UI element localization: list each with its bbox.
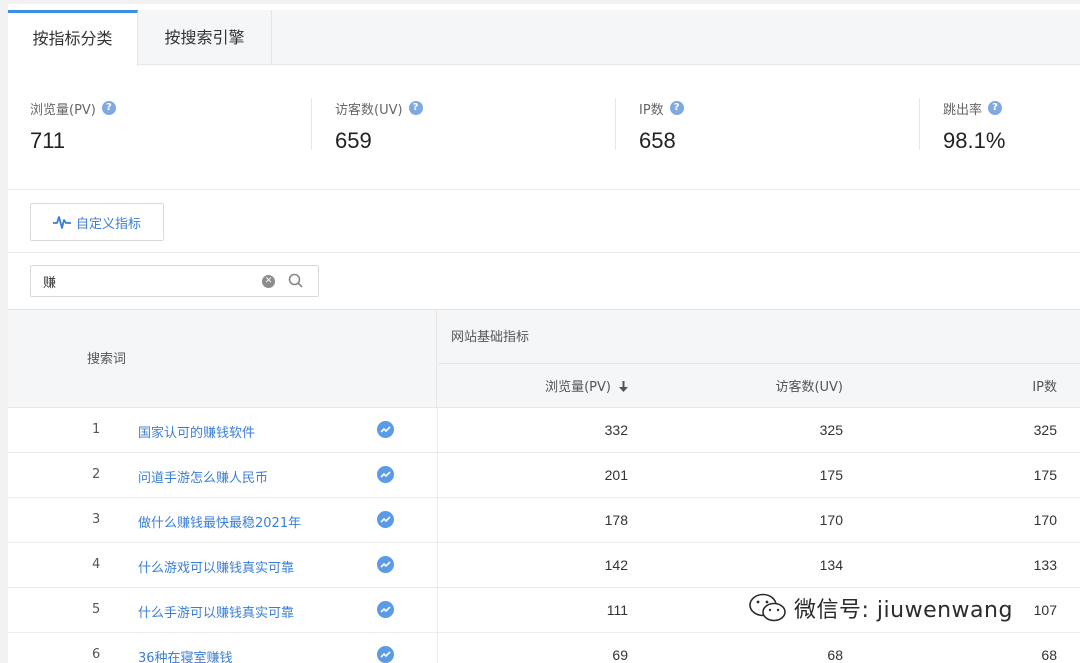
row-index: 6 bbox=[92, 647, 101, 662]
metric-label: IP数 bbox=[639, 102, 664, 118]
metric-label: 访客数(UV) bbox=[335, 102, 403, 118]
search-bar: ✕ bbox=[8, 253, 1080, 309]
help-icon[interactable]: ? bbox=[669, 101, 684, 115]
table-row: 2 问道手游怎么赚人民币 201 175 175 bbox=[8, 453, 1080, 498]
watermark: 微信号: jiuwenwang bbox=[748, 592, 1013, 624]
metric-uv: 访客数(UV)? 659 bbox=[335, 98, 635, 154]
watermark-text: 微信号: jiuwenwang bbox=[794, 598, 1013, 623]
cell-ip: 325 bbox=[1033, 422, 1057, 438]
row-index: 3 bbox=[92, 512, 101, 527]
metric-pv: 浏览量(PV)? 711 bbox=[30, 98, 330, 154]
cell-ip: 170 bbox=[1033, 512, 1057, 528]
keyword-link[interactable]: 什么游戏可以赚钱真实可靠 bbox=[138, 557, 294, 576]
group-header: 网站基础指标 bbox=[438, 310, 1080, 364]
row-index: 1 bbox=[92, 422, 101, 437]
metric-value: 659 bbox=[335, 128, 372, 153]
tab-by-search-engine[interactable]: 按搜索引擎 bbox=[138, 10, 272, 65]
help-icon[interactable]: ? bbox=[988, 101, 1003, 115]
tab-bar: 按指标分类 按搜索引擎 bbox=[8, 10, 1080, 66]
metric-value: 711 bbox=[30, 128, 66, 153]
table-row: 6 36种在寝室赚钱 69 68 68 bbox=[8, 633, 1080, 663]
keyword-link[interactable]: 36种在寝室赚钱 bbox=[138, 647, 233, 663]
trend-icon[interactable] bbox=[377, 421, 394, 438]
help-icon[interactable]: ? bbox=[101, 101, 116, 115]
sort-desc-icon[interactable] bbox=[619, 381, 628, 392]
column-header-pv[interactable]: 浏览量(PV) bbox=[528, 376, 628, 395]
column-header-uv[interactable]: 访客数(UV) bbox=[738, 376, 843, 395]
divider bbox=[919, 98, 920, 150]
search-input[interactable] bbox=[43, 266, 243, 296]
main-panel: 按指标分类 按搜索引擎 浏览量(PV)? 711 访客数(UV)? 659 IP… bbox=[8, 4, 1080, 663]
metric-value: 658 bbox=[639, 128, 676, 153]
cell-uv: 134 bbox=[819, 557, 843, 573]
table-row: 3 做什么赚钱最快最稳2021年 178 170 170 bbox=[8, 498, 1080, 543]
search-icon[interactable] bbox=[288, 273, 304, 289]
table-header: 搜索词 网站基础指标 浏览量(PV) 访客数(UV) IP数 bbox=[8, 309, 1080, 408]
custom-metric-label: 自定义指标 bbox=[75, 216, 141, 232]
cell-uv: 68 bbox=[827, 647, 843, 663]
cell-pv: 142 bbox=[604, 557, 628, 573]
cell-pv: 201 bbox=[604, 467, 628, 483]
cell-uv: 175 bbox=[819, 467, 843, 483]
cell-uv: 170 bbox=[819, 512, 843, 528]
search-box: ✕ bbox=[30, 265, 319, 297]
cell-pv: 178 bbox=[604, 512, 628, 528]
keyword-column-header: 搜索词 bbox=[8, 310, 437, 408]
help-icon[interactable]: ? bbox=[408, 101, 423, 115]
trend-icon[interactable] bbox=[377, 556, 394, 573]
divider bbox=[437, 633, 438, 663]
clear-icon[interactable]: ✕ bbox=[262, 275, 275, 288]
row-index: 4 bbox=[92, 557, 101, 572]
cell-ip: 68 bbox=[1041, 647, 1057, 663]
table-row: 4 什么游戏可以赚钱真实可靠 142 134 133 bbox=[8, 543, 1080, 588]
row-index: 5 bbox=[92, 602, 101, 617]
pulse-icon bbox=[52, 216, 71, 229]
metric-value: 98.1% bbox=[943, 128, 1006, 153]
metric-bounce-rate: 跳出率? 98.1% bbox=[943, 98, 1073, 154]
keyword-link[interactable]: 做什么赚钱最快最稳2021年 bbox=[138, 512, 301, 531]
cell-ip: 175 bbox=[1033, 467, 1057, 483]
custom-metric-bar: 自定义指标 bbox=[8, 190, 1080, 253]
divider bbox=[437, 543, 438, 588]
divider bbox=[437, 498, 438, 543]
trend-icon[interactable] bbox=[377, 601, 394, 618]
cell-pv: 111 bbox=[606, 602, 628, 618]
custom-metric-button[interactable]: 自定义指标 bbox=[30, 203, 164, 241]
metrics-summary: 浏览量(PV)? 711 访客数(UV)? 659 IP数? 658 跳出率? … bbox=[8, 66, 1080, 190]
tab-by-metric[interactable]: 按指标分类 bbox=[8, 10, 138, 66]
table-row: 1 国家认可的赚钱软件 332 325 325 bbox=[8, 408, 1080, 453]
wechat-icon bbox=[749, 593, 786, 622]
keyword-link[interactable]: 问道手游怎么赚人民币 bbox=[138, 467, 268, 486]
trend-icon[interactable] bbox=[377, 466, 394, 483]
divider bbox=[311, 98, 312, 150]
metric-ip: IP数? 658 bbox=[639, 98, 939, 154]
divider bbox=[437, 408, 438, 453]
divider bbox=[437, 588, 438, 633]
keyword-link[interactable]: 国家认可的赚钱软件 bbox=[138, 422, 255, 441]
keyword-link[interactable]: 什么手游可以赚钱真实可靠 bbox=[138, 602, 294, 621]
column-header-ip[interactable]: IP数 bbox=[978, 376, 1057, 395]
divider bbox=[615, 98, 616, 150]
trend-icon[interactable] bbox=[377, 646, 394, 663]
divider bbox=[437, 453, 438, 498]
cell-pv: 332 bbox=[604, 422, 628, 438]
trend-icon[interactable] bbox=[377, 511, 394, 528]
cell-uv: 325 bbox=[819, 422, 843, 438]
cell-pv: 69 bbox=[612, 647, 628, 663]
metric-label: 浏览量(PV) bbox=[30, 102, 96, 118]
row-index: 2 bbox=[92, 467, 101, 482]
metric-label: 跳出率 bbox=[943, 102, 983, 118]
cell-ip: 133 bbox=[1033, 557, 1057, 573]
